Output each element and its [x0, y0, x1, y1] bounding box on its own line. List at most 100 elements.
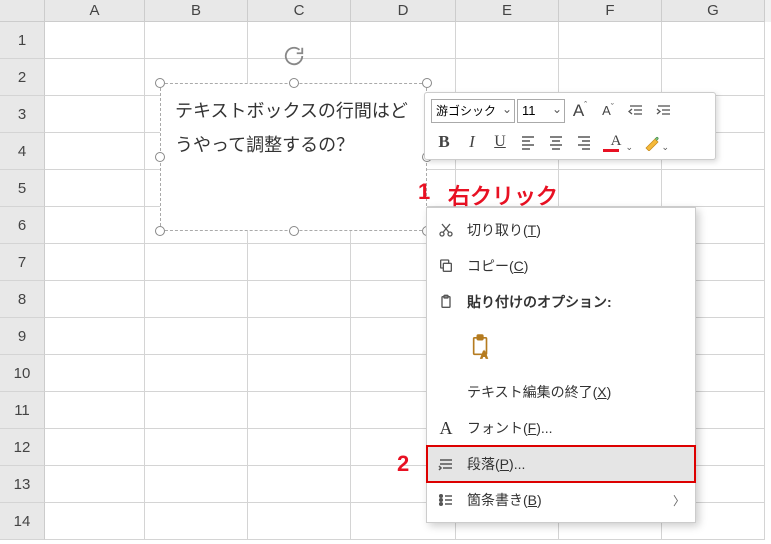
rotate-handle-icon[interactable]: [283, 44, 305, 78]
cell[interactable]: [45, 429, 145, 466]
cell[interactable]: [45, 207, 145, 244]
cell[interactable]: [662, 170, 765, 207]
row-header[interactable]: 10: [0, 355, 45, 392]
font-size-select[interactable]: 11: [517, 99, 565, 123]
cell[interactable]: [45, 466, 145, 503]
shape-textbox[interactable]: テキストボックスの行間はどうやって調整するの？: [160, 83, 427, 231]
row-header[interactable]: 13: [0, 466, 45, 503]
font-color-bar: [603, 149, 619, 152]
menu-exit-text-edit[interactable]: テキスト編集の終了(X): [427, 374, 695, 410]
increase-indent-button[interactable]: [651, 98, 677, 124]
row-header[interactable]: 6: [0, 207, 45, 244]
paste-option-keep-source[interactable]: A: [467, 330, 495, 364]
cell[interactable]: [456, 22, 559, 59]
row-header[interactable]: 7: [0, 244, 45, 281]
row-header[interactable]: 2: [0, 59, 45, 96]
cell[interactable]: [45, 22, 145, 59]
column-header[interactable]: B: [145, 0, 248, 22]
cell[interactable]: [456, 59, 559, 96]
cell[interactable]: [248, 429, 351, 466]
font-name-select[interactable]: 游ゴシック: [431, 99, 515, 123]
column-header[interactable]: E: [456, 0, 559, 22]
cell[interactable]: [248, 503, 351, 540]
cell[interactable]: [248, 355, 351, 392]
column-header[interactable]: D: [351, 0, 456, 22]
menu-paragraph[interactable]: 2 段落(P)...: [427, 446, 695, 482]
cell[interactable]: [145, 429, 248, 466]
resize-handle[interactable]: [155, 152, 165, 162]
cell[interactable]: [145, 318, 248, 355]
cell[interactable]: [145, 355, 248, 392]
column-header[interactable]: A: [45, 0, 145, 22]
cell[interactable]: [45, 59, 145, 96]
cell[interactable]: [145, 281, 248, 318]
menu-label: 切り取り(T): [467, 220, 685, 240]
row-header[interactable]: 5: [0, 170, 45, 207]
menu-label: 段落(P)...: [467, 454, 685, 474]
align-right-button[interactable]: [571, 129, 597, 155]
context-menu: 切り取り(T) コピー(C) 貼り付けのオプション: A テキスト編集の終了(X…: [426, 207, 696, 523]
cell[interactable]: [248, 244, 351, 281]
cell[interactable]: [45, 392, 145, 429]
annotation-2-number: 2: [397, 451, 409, 477]
row-header[interactable]: 4: [0, 133, 45, 170]
cell[interactable]: [45, 355, 145, 392]
row-header[interactable]: 8: [0, 281, 45, 318]
row-header[interactable]: 1: [0, 22, 45, 59]
bold-button[interactable]: B: [431, 129, 457, 155]
cell[interactable]: [662, 59, 765, 96]
cell[interactable]: [45, 244, 145, 281]
cell[interactable]: [45, 133, 145, 170]
row-header[interactable]: 14: [0, 503, 45, 540]
column-header[interactable]: C: [248, 0, 351, 22]
shape-style-button[interactable]: [635, 129, 669, 155]
cell[interactable]: [559, 22, 662, 59]
row-header[interactable]: 11: [0, 392, 45, 429]
paragraph-icon: [435, 456, 457, 472]
cell[interactable]: [662, 22, 765, 59]
select-all-corner[interactable]: [0, 0, 45, 22]
underline-button[interactable]: U: [487, 129, 513, 155]
cell[interactable]: [45, 170, 145, 207]
cell[interactable]: [145, 503, 248, 540]
cell[interactable]: [145, 244, 248, 281]
decrease-indent-button[interactable]: [623, 98, 649, 124]
resize-handle[interactable]: [155, 78, 165, 88]
resize-handle[interactable]: [289, 226, 299, 236]
cell[interactable]: [248, 466, 351, 503]
menu-label: テキスト編集の終了(X): [467, 382, 685, 402]
decrease-font-button[interactable]: Aˇ: [595, 98, 621, 124]
row-header[interactable]: 3: [0, 96, 45, 133]
resize-handle[interactable]: [289, 78, 299, 88]
cell[interactable]: [145, 392, 248, 429]
cell[interactable]: [559, 170, 662, 207]
cell[interactable]: [145, 22, 248, 59]
cell[interactable]: [145, 466, 248, 503]
menu-font[interactable]: A フォント(F)...: [427, 410, 695, 446]
align-center-button[interactable]: [543, 129, 569, 155]
cell[interactable]: [248, 281, 351, 318]
cell[interactable]: [45, 96, 145, 133]
resize-handle[interactable]: [155, 226, 165, 236]
resize-handle[interactable]: [422, 78, 432, 88]
menu-cut[interactable]: 切り取り(T): [427, 212, 695, 248]
menu-copy[interactable]: コピー(C): [427, 248, 695, 284]
font-color-button[interactable]: A: [599, 129, 633, 155]
column-header[interactable]: G: [662, 0, 765, 22]
menu-bullets[interactable]: 箇条書き(B) 〉: [427, 482, 695, 518]
align-left-button[interactable]: [515, 129, 541, 155]
cell[interactable]: [248, 392, 351, 429]
cell[interactable]: [351, 22, 456, 59]
cell[interactable]: [559, 59, 662, 96]
row-header[interactable]: 12: [0, 429, 45, 466]
cell[interactable]: [248, 318, 351, 355]
cell[interactable]: [45, 318, 145, 355]
cell[interactable]: [45, 281, 145, 318]
menu-label: 箇条書き(B): [467, 490, 663, 510]
cell[interactable]: [45, 503, 145, 540]
increase-font-button[interactable]: Aˆ: [567, 98, 593, 124]
font-size-value: 11: [522, 103, 536, 118]
italic-button[interactable]: I: [459, 129, 485, 155]
row-header[interactable]: 9: [0, 318, 45, 355]
column-header[interactable]: F: [559, 0, 662, 22]
